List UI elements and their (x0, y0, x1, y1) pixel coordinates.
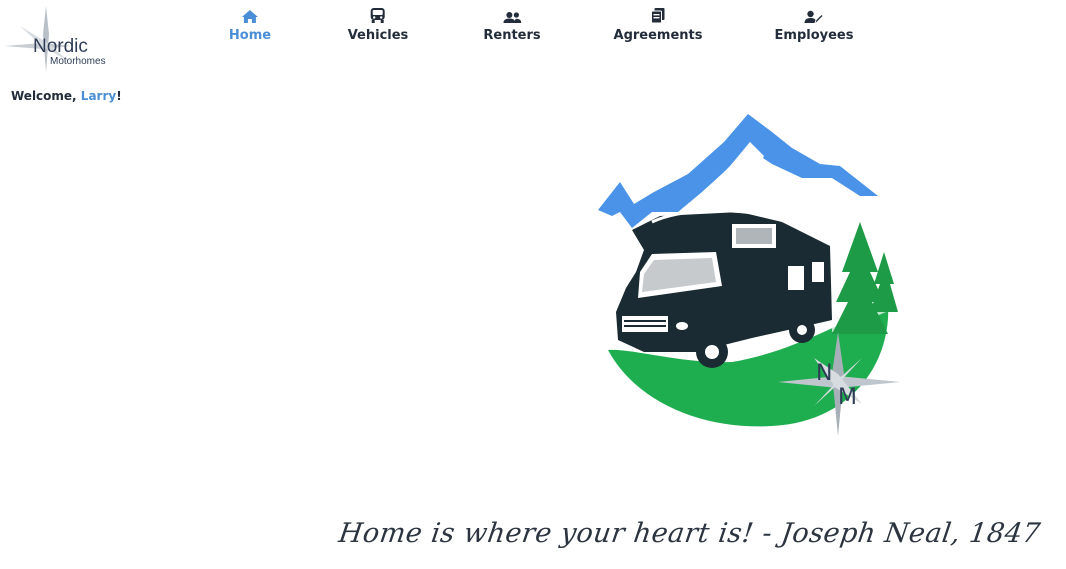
nav-label-home: Home (228, 28, 272, 43)
nav-label-renters: Renters (483, 28, 541, 43)
emblem-letter-m: M (838, 385, 857, 410)
front-grille (622, 316, 668, 332)
headlight (676, 322, 688, 330)
home-icon (241, 6, 259, 24)
side-window (788, 266, 804, 290)
nav-label-employees: Employees (774, 28, 854, 43)
footer-quote: Home is where your heart is! - Joseph Ne… (336, 518, 1043, 549)
nav-item-home[interactable]: Home (229, 6, 271, 43)
user-edit-icon (805, 6, 823, 24)
welcome-prefix: Welcome, (11, 89, 81, 103)
nav-item-employees[interactable]: Employees (774, 6, 854, 43)
welcome-username[interactable]: Larry (81, 89, 116, 103)
nav-item-renters[interactable]: Renters (483, 6, 541, 43)
nav-label-agreements: Agreements (613, 28, 703, 43)
bus-icon (370, 6, 386, 24)
nav-item-agreements[interactable]: Agreements (613, 6, 703, 43)
motorhome-hero-illustration: N M (598, 114, 900, 436)
welcome-message: Welcome, Larry! (11, 89, 122, 103)
nav-item-vehicles[interactable]: Vehicles (347, 6, 409, 43)
nav-label-vehicles: Vehicles (347, 28, 409, 43)
welcome-suffix: ! (116, 89, 122, 103)
logo-text-motorhomes: Motorhomes (50, 56, 106, 67)
rear-window (812, 262, 824, 282)
main-nav: Home Vehicles Renters Agreements Employe… (0, 6, 1066, 50)
documents-icon (650, 6, 665, 24)
emblem-letter-n: N (816, 361, 832, 386)
users-icon (502, 6, 521, 24)
